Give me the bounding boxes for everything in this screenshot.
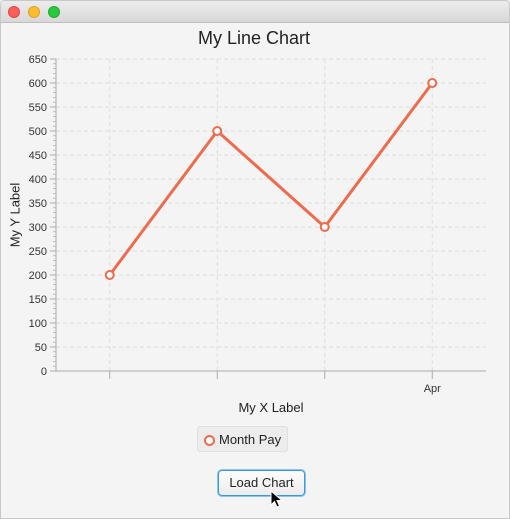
mouse-pointer-icon [270, 490, 284, 508]
y-tick-label: 200 [29, 270, 47, 282]
data-point [212, 126, 223, 136]
legend-label: Month Pay [219, 432, 282, 447]
y-tick-label: 100 [29, 318, 47, 330]
load-chart-button[interactable]: Load Chart [218, 470, 305, 496]
data-point [427, 78, 438, 88]
y-tick-label: 0 [41, 366, 47, 378]
y-tick-label: 350 [29, 198, 47, 210]
y-tick-label: 150 [29, 294, 47, 306]
y-tick-label: 550 [29, 102, 47, 114]
chart-legend: Month Pay [197, 426, 288, 452]
y-tick-label: 650 [29, 54, 47, 66]
x-axis-label: My X Label [238, 400, 304, 415]
y-tick-label: 600 [29, 78, 47, 90]
series-line [108, 82, 434, 276]
x-tick-label: Apr [424, 383, 441, 395]
y-tick-label: 450 [29, 150, 47, 162]
data-point [319, 222, 330, 232]
y-tick-label: 500 [29, 126, 47, 138]
y-tick-label: 300 [29, 222, 47, 234]
y-tick-label: 250 [29, 246, 47, 258]
data-point [104, 270, 115, 280]
legend-series-marker-icon [204, 435, 215, 446]
y-tick-label: 50 [35, 342, 47, 354]
y-tick-label: 400 [29, 174, 47, 186]
